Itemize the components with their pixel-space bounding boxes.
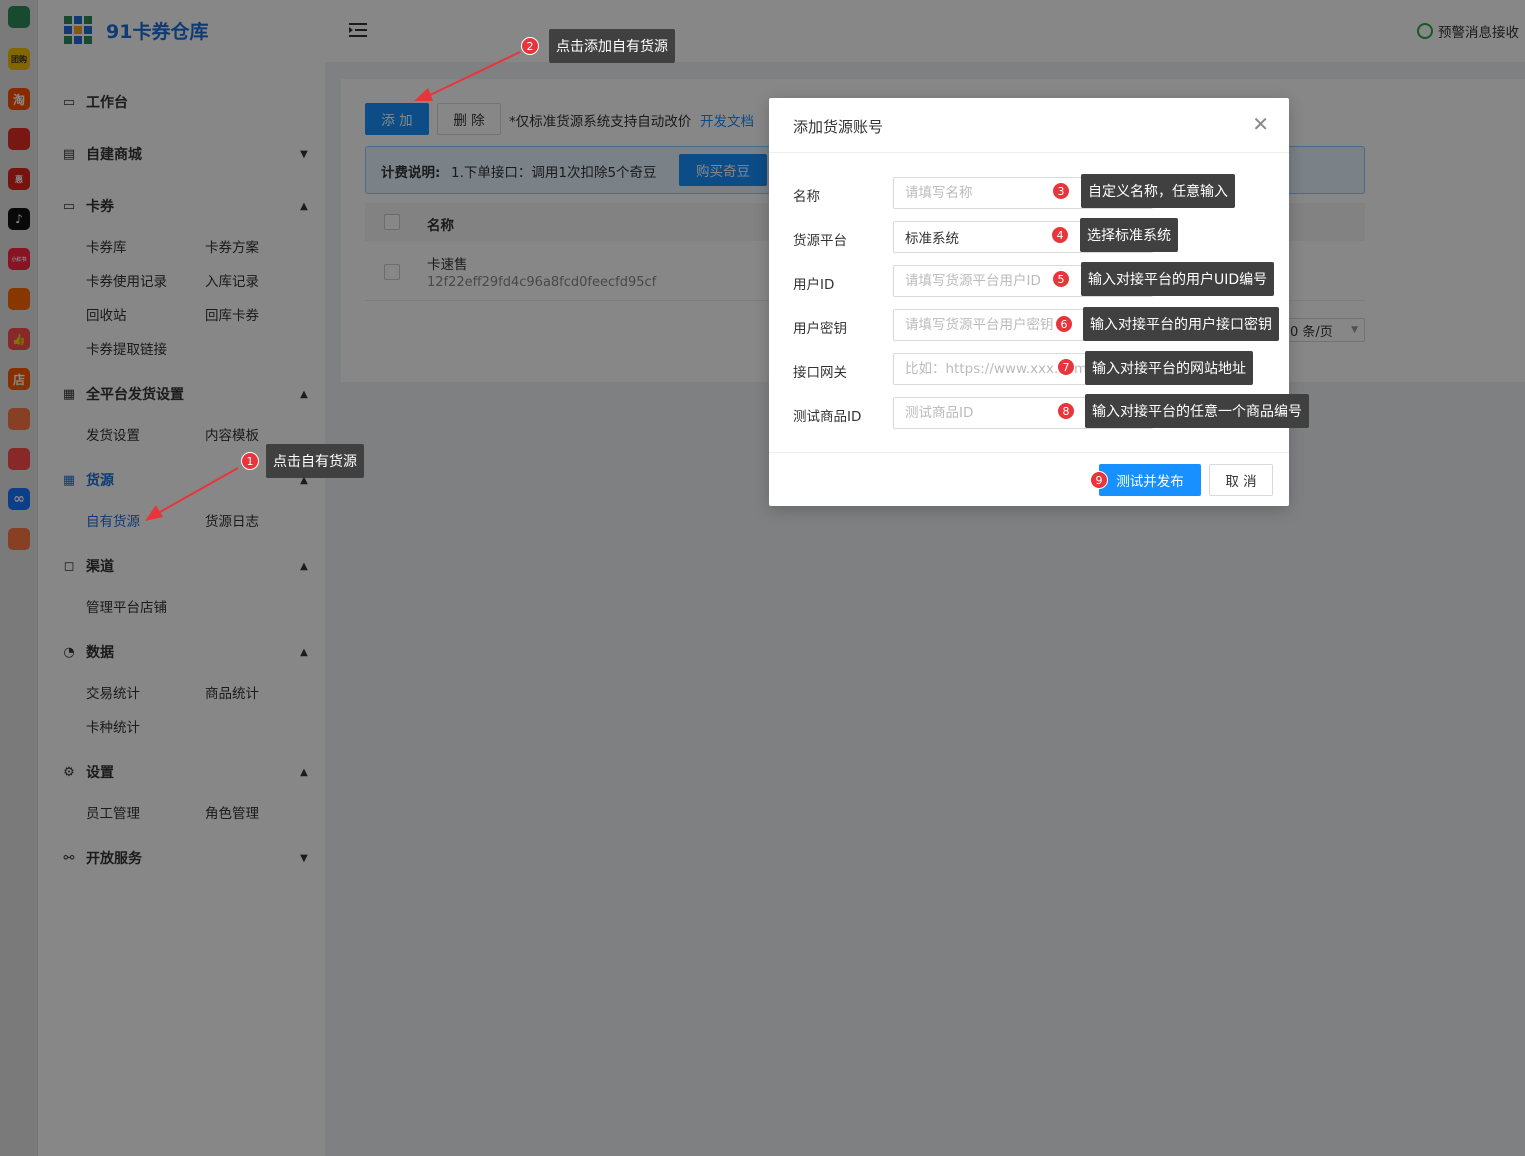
close-icon[interactable]: ✕ [1252, 114, 1269, 134]
annotation-badge-8: 8 [1057, 402, 1075, 420]
test-publish-button[interactable]: 测试并发布 [1099, 464, 1201, 496]
annotation-badge-9: 9 [1090, 471, 1108, 489]
annotation-tip-2: 点击添加自有货源 [549, 29, 675, 63]
annotation-tip-4: 选择标准系统 [1080, 218, 1178, 252]
annotation-tip-1: 点击自有货源 [266, 444, 364, 478]
annotation-badge-6: 6 [1055, 315, 1073, 333]
divider [769, 452, 1289, 453]
annotation-badge-1: 1 [241, 452, 259, 470]
divider [769, 152, 1289, 153]
name-label: 名称 [793, 189, 820, 205]
modal-overlay [0, 0, 1525, 1156]
platform-value: 标准系统 [905, 231, 959, 247]
annotation-tip-7: 输入对接平台的网站地址 [1085, 351, 1253, 385]
annotation-tip-5: 输入对接平台的用户UID编号 [1081, 262, 1275, 296]
annotation-badge-2: 2 [521, 37, 539, 55]
annotation-badge-4: 4 [1051, 226, 1069, 244]
gateway-label: 接口网关 [793, 365, 847, 381]
add-source-dialog: 添加货源账号 ✕ 名称 货源平台 标准系统 用户ID 用户密钥 接口网关 测试商… [769, 98, 1289, 506]
user-secret-label: 用户密钥 [793, 321, 847, 337]
cancel-button[interactable]: 取 消 [1209, 464, 1273, 496]
annotation-badge-3: 3 [1052, 182, 1070, 200]
dialog-title: 添加货源账号 [793, 118, 884, 136]
annotation-badge-5: 5 [1052, 270, 1070, 288]
user-id-label: 用户ID [793, 277, 835, 293]
test-product-id-label: 测试商品ID [793, 409, 862, 425]
annotation-tip-6: 输入对接平台的用户接口密钥 [1083, 307, 1279, 341]
annotation-badge-7: 7 [1057, 358, 1075, 376]
platform-label: 货源平台 [793, 233, 847, 249]
annotation-tip-3: 自定义名称，任意输入 [1081, 174, 1235, 208]
annotation-tip-8: 输入对接平台的任意一个商品编号 [1085, 394, 1309, 428]
